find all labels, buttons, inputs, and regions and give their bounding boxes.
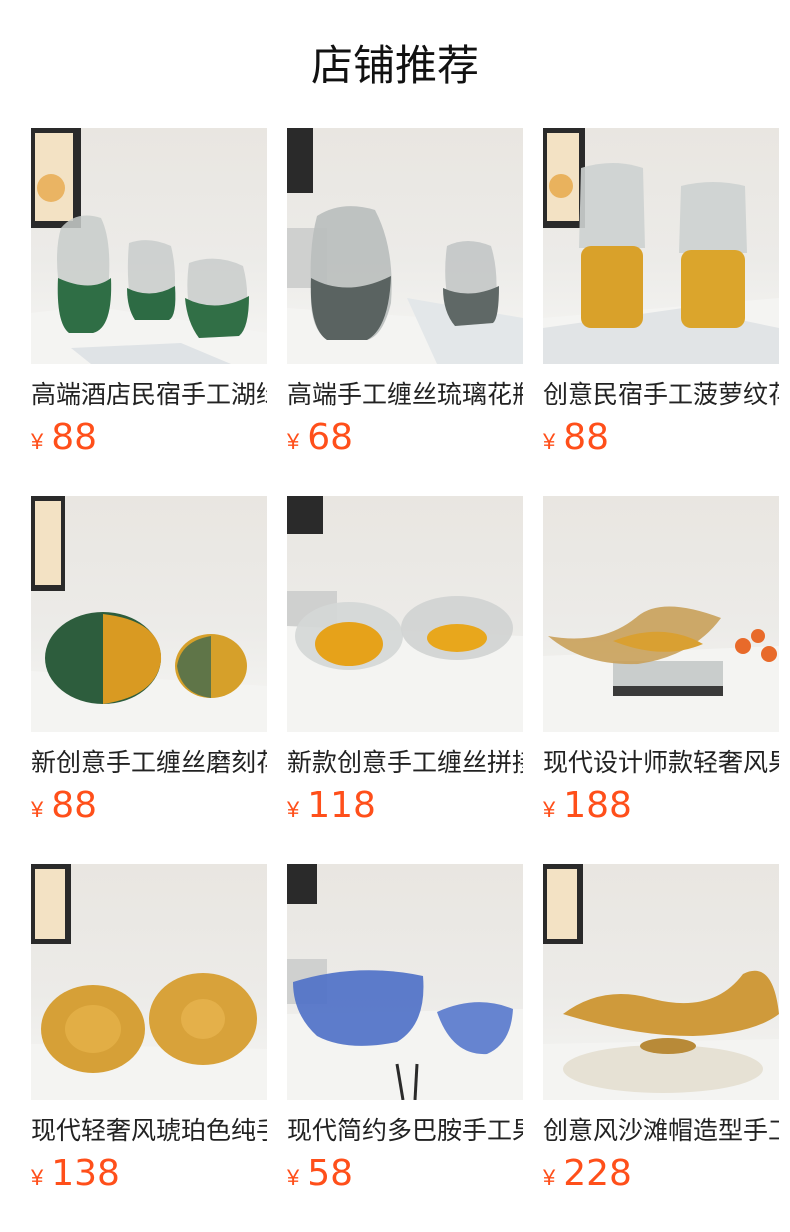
product-card[interactable]: 现代轻奢风琥珀色纯手工果盘 ¥138 (31, 864, 267, 1204)
price-amount: 58 (307, 1153, 354, 1194)
price-amount: 88 (51, 417, 98, 458)
product-name[interactable]: 创意风沙滩帽造型手工果盘 (543, 1114, 779, 1148)
product-image[interactable] (31, 496, 267, 732)
product-price: ¥138 (31, 1152, 120, 1196)
product-image[interactable] (543, 128, 779, 364)
product-image[interactable] (543, 496, 779, 732)
product-price: ¥88 (543, 416, 609, 460)
currency-symbol: ¥ (31, 429, 44, 454)
product-price: ¥88 (31, 784, 97, 828)
product-card[interactable]: 新创意手工缠丝磨刻花瓶 ¥88 (31, 496, 267, 836)
product-name[interactable]: 现代轻奢风琥珀色纯手工果盘 (31, 1114, 267, 1148)
product-image[interactable] (31, 864, 267, 1100)
price-amount: 88 (51, 785, 98, 826)
price-amount: 68 (307, 417, 354, 458)
price-amount: 118 (307, 785, 376, 826)
product-image[interactable] (31, 128, 267, 364)
currency-symbol: ¥ (287, 797, 300, 822)
price-amount: 138 (51, 1153, 120, 1194)
product-name[interactable]: 高端酒店民宿手工湖绿色缠丝花瓶 (31, 378, 267, 412)
product-name[interactable]: 新款创意手工缠丝拼接果盘 (287, 746, 523, 780)
price-amount: 88 (563, 417, 610, 458)
currency-symbol: ¥ (543, 429, 556, 454)
product-card[interactable]: 创意民宿手工菠萝纹花瓶 ¥88 (543, 128, 779, 468)
product-name[interactable]: 新创意手工缠丝磨刻花瓶 (31, 746, 267, 780)
currency-symbol: ¥ (287, 1165, 300, 1190)
product-price: ¥58 (287, 1152, 353, 1196)
store-recommendations-page: 店铺推荐 高端酒店民宿手工湖绿色缠丝花瓶 (0, 0, 790, 1232)
product-price: ¥118 (287, 784, 376, 828)
product-image[interactable] (287, 864, 523, 1100)
product-image[interactable] (287, 496, 523, 732)
price-amount: 228 (563, 1153, 632, 1194)
product-name[interactable]: 创意民宿手工菠萝纹花瓶 (543, 378, 779, 412)
product-card[interactable]: 现代简约多巴胺手工果盘 ¥58 (287, 864, 523, 1204)
currency-symbol: ¥ (287, 429, 300, 454)
product-price: ¥88 (31, 416, 97, 460)
currency-symbol: ¥ (31, 797, 44, 822)
product-price: ¥68 (287, 416, 353, 460)
product-card[interactable]: 创意风沙滩帽造型手工果盘 ¥228 (543, 864, 779, 1204)
product-price: ¥228 (543, 1152, 632, 1196)
product-image[interactable] (287, 128, 523, 364)
product-card[interactable]: 高端酒店民宿手工湖绿色缠丝花瓶 ¥88 (31, 128, 267, 468)
product-card[interactable]: 现代设计师款轻奢风果盘 ¥188 (543, 496, 779, 836)
product-image[interactable] (543, 864, 779, 1100)
page-title: 店铺推荐 (310, 41, 479, 90)
product-name[interactable]: 现代简约多巴胺手工果盘 (287, 1114, 523, 1148)
product-card[interactable]: 高端手工缠丝琉璃花瓶 ¥68 (287, 128, 523, 468)
currency-symbol: ¥ (543, 797, 556, 822)
product-name[interactable]: 高端手工缠丝琉璃花瓶 (287, 378, 523, 412)
currency-symbol: ¥ (31, 1165, 44, 1190)
currency-symbol: ¥ (543, 1165, 556, 1190)
price-amount: 188 (563, 785, 632, 826)
product-name[interactable]: 现代设计师款轻奢风果盘 (543, 746, 779, 780)
product-card[interactable]: 新款创意手工缠丝拼接果盘 ¥118 (287, 496, 523, 836)
product-price: ¥188 (543, 784, 632, 828)
